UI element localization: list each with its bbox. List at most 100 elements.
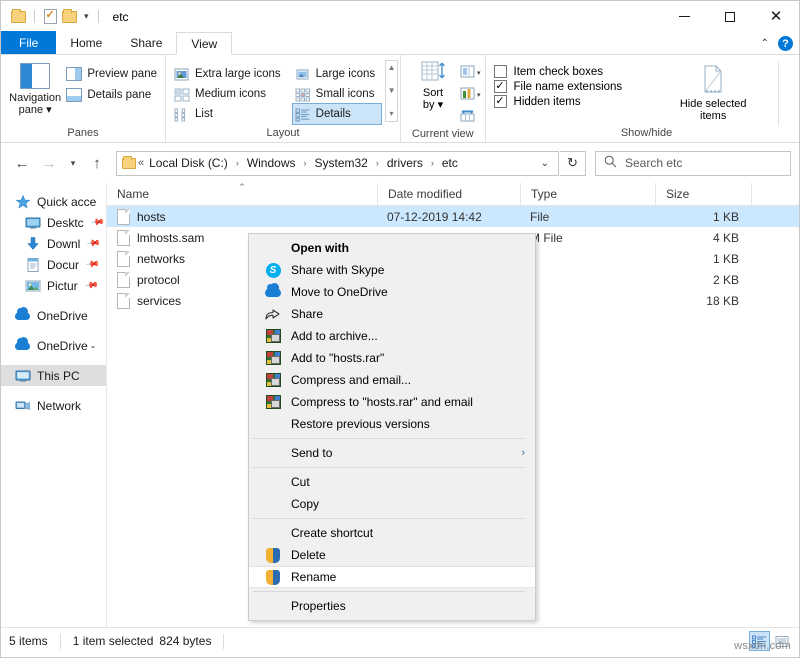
column-header-name[interactable]: ⌃ Name [107,183,377,206]
sidebar-item-pictures[interactable]: Pictur 📌 [1,275,106,296]
context-menu-item-cut[interactable]: Cut [249,471,535,493]
layout-extra-large-icons[interactable]: Extra large icons [172,64,287,84]
sort-by-button[interactable]: Sort by ▾ [409,58,457,111]
sidebar-item-downloads[interactable]: Downl 📌 [1,233,106,254]
maximize-button[interactable] [707,1,753,32]
scroll-down-icon[interactable]: ▼ [388,87,396,95]
breadcrumb-overflow-icon[interactable]: « [137,157,145,169]
file-name-extensions-option[interactable]: ✓ File name extensions [494,80,623,93]
column-header-size[interactable]: Size [655,183,751,206]
chevron-down-icon[interactable]: ▾ [477,69,481,77]
scroll-up-icon[interactable]: ▲ [388,64,396,72]
search-box[interactable]: Search etc [595,151,791,176]
group-by-button[interactable]: ▾ [457,85,483,105]
context-menu-item-move-to-onedrive[interactable]: Move to OneDrive [249,281,535,303]
context-menu-item-share[interactable]: Share [249,303,535,325]
breadcrumb-item-3[interactable]: drivers [383,153,427,173]
layout-list[interactable]: List [172,104,287,124]
column-header-type[interactable]: Type [520,183,655,206]
sidebar-item-label: OneDrive - [37,339,95,353]
breadcrumb[interactable]: « Local Disk (C:) › Windows › System32 ›… [116,151,559,176]
breadcrumb-separator[interactable]: › [427,158,438,168]
tab-file[interactable]: File [1,31,56,54]
breadcrumb-dropdown-icon[interactable]: ⌄ [535,158,555,169]
chevron-down-icon[interactable]: ▾ [477,91,481,99]
layout-medium-icons[interactable]: Medium icons [172,84,287,104]
layout-large-icons[interactable]: Large icons [293,64,381,84]
up-button[interactable]: ↑ [84,150,110,176]
sidebar-item-network[interactable]: Network [1,395,106,416]
layout-scroll-controls[interactable]: ▲ ▼ ▾ [385,60,398,122]
sidebar-item-documents[interactable]: Docur 📌 [1,254,106,275]
checkbox-unchecked-icon[interactable] [494,65,507,78]
context-menu-item-delete[interactable]: Delete [249,544,535,566]
add-columns-button[interactable]: ▾ [457,63,483,83]
sidebar-item-onedrive[interactable]: OneDrive [1,305,106,326]
checkbox-checked-icon[interactable]: ✓ [494,80,507,93]
options-button[interactable]: Options ▾ [787,60,800,118]
context-menu-item-restore-previous-versions[interactable]: Restore previous versions [249,413,535,435]
layout-small-icons[interactable]: Small icons [293,84,381,104]
breadcrumb-item-4[interactable]: etc [438,153,462,173]
new-folder-icon[interactable] [62,9,78,25]
close-button[interactable]: ✕ [753,1,799,32]
context-menu-item-properties[interactable]: Properties [249,595,535,617]
menu-separator [253,438,525,439]
window-controls: ✕ [661,1,799,32]
forward-button[interactable]: → [36,150,62,176]
hidden-items-option[interactable]: ✓ Hidden items [494,95,623,108]
breadcrumb-item-1[interactable]: Windows [243,153,300,173]
chevron-down-icon[interactable]: ▾ [82,12,91,21]
breadcrumb-separator[interactable]: › [372,158,383,168]
scroll-expand-icon[interactable]: ▾ [390,110,394,118]
status-bar: 5 items 1 item selected 824 bytes wsxdn.… [1,627,799,654]
recent-locations-button[interactable]: ▾ [63,150,83,176]
breadcrumb-item-2[interactable]: System32 [311,153,372,173]
context-menu-item-send-to[interactable]: Send to › [249,442,535,464]
details-pane-button[interactable]: Details pane [63,85,163,105]
context-menu-item-copy[interactable]: Copy [249,493,535,515]
properties-icon[interactable] [42,9,58,25]
search-input[interactable]: Search etc [625,156,682,170]
breadcrumb-separator[interactable]: › [300,158,311,168]
sidebar-item-this-pc[interactable]: This PC [1,365,106,386]
refresh-button[interactable]: ↻ [560,151,586,176]
navigation-pane-button[interactable]: Navigation pane ▾ [7,60,63,116]
navigation-pane-label-line1: Navigation [9,92,61,104]
tab-share[interactable]: Share [116,31,176,54]
context-menu-item-share-with-skype[interactable]: S Share with Skype [249,259,535,281]
option-label: File name extensions [514,81,623,93]
minimize-button[interactable] [661,1,707,32]
sidebar-item-quick-access[interactable]: Quick acce [1,191,106,212]
checkbox-checked-icon[interactable]: ✓ [494,95,507,108]
tab-view[interactable]: View [176,32,232,55]
context-menu-item-compress-to-hosts-rar-and-email[interactable]: Compress to "hosts.rar" and email [249,391,535,413]
context-menu-item-compress-and-email[interactable]: Compress and email... [249,369,535,391]
sidebar-item-label: Quick acce [37,195,96,209]
collapse-ribbon-icon[interactable]: ⌃ [761,38,769,49]
file-name: lmhosts.sam [137,231,204,245]
size-all-columns-button[interactable] [457,107,483,127]
preview-pane-button[interactable]: Preview pane [63,64,163,84]
breadcrumb-separator[interactable]: › [232,158,243,168]
context-menu-item-add-to-archive[interactable]: Add to archive... [249,325,535,347]
context-menu-item-rename[interactable]: Rename [249,566,535,588]
breadcrumb-item-0[interactable]: Local Disk (C:) [145,153,232,173]
sidebar-item-desktop[interactable]: Desktc 📌 [1,212,106,233]
hide-selected-items-button[interactable]: Hide selected items [670,60,756,122]
help-icon[interactable]: ? [778,36,793,51]
column-header-date-modified[interactable]: Date modified [377,183,520,206]
item-check-boxes-option[interactable]: Item check boxes [494,65,623,78]
table-row[interactable]: hosts 07-12-2019 14:42 File 1 KB [107,206,799,227]
layout-details[interactable]: Details [293,104,381,124]
context-menu-item-open-with[interactable]: Open with [249,237,535,259]
tab-home[interactable]: Home [56,31,116,54]
back-button[interactable]: ← [9,150,35,176]
file-icon [117,230,130,246]
context-menu-item-add-to-hosts-rar[interactable]: Add to "hosts.rar" [249,347,535,369]
sidebar-item-onedrive-business[interactable]: OneDrive - [1,335,106,356]
file-icon [117,293,130,309]
pin-icon: 📌 [83,278,99,294]
sort-by-label-line1: Sort [423,87,443,99]
context-menu-item-create-shortcut[interactable]: Create shortcut [249,522,535,544]
